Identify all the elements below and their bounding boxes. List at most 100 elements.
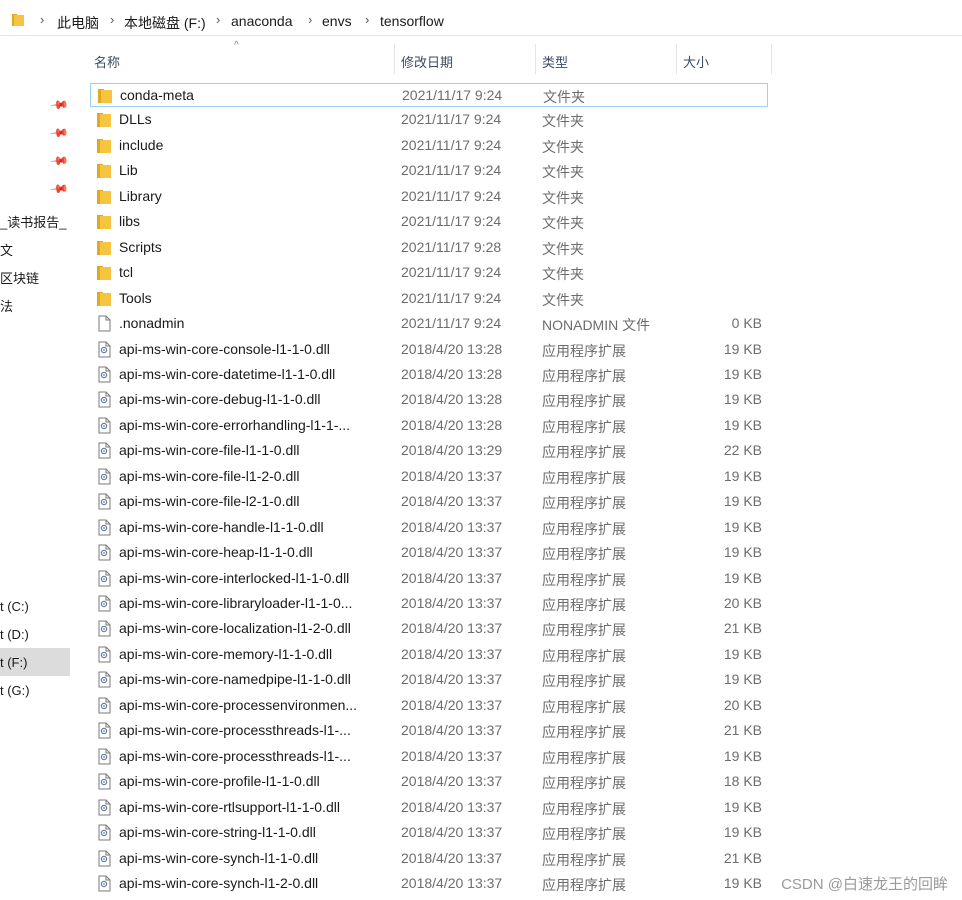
file-row[interactable]: Lib 2021/11/17 9:24 文件夹 xyxy=(90,159,768,183)
file-row[interactable]: api-ms-win-core-heap-l1-1-0.dll 2018/4/20… xyxy=(90,541,768,565)
file-row[interactable]: include 2021/11/17 9:24 文件夹 xyxy=(90,134,768,158)
file-type: 文件夹 xyxy=(542,215,584,231)
file-row[interactable]: api-ms-win-core-processthreads-l1-... 201… xyxy=(90,719,768,743)
file-row[interactable]: libs 2021/11/17 9:24 文件夹 xyxy=(90,210,768,234)
breadcrumb-chevron-icon[interactable]: › xyxy=(308,12,312,27)
file-row[interactable]: api-ms-win-core-file-l2-1-0.dll 2018/4/20… xyxy=(90,490,768,514)
file-row[interactable]: api-ms-win-core-file-l1-1-0.dll 2018/4/20… xyxy=(90,439,768,463)
dll-file-icon xyxy=(96,417,112,434)
column-header-date[interactable]: 修改日期 xyxy=(395,48,535,74)
pin-icon[interactable]: 📌 xyxy=(49,95,69,115)
file-name: api-ms-win-core-processenvironmen... xyxy=(119,697,358,713)
file-row[interactable]: api-ms-win-core-datetime-l1-1-0.dll 2018/… xyxy=(90,363,768,387)
file-size: 19 KB xyxy=(723,799,762,815)
nav-item-quick-access[interactable]: 法 xyxy=(0,296,13,315)
file-row[interactable]: api-ms-win-core-libraryloader-l1-1-0... 2… xyxy=(90,592,768,616)
nav-item-drive-f[interactable]: t (F:) xyxy=(0,655,27,670)
file-size: 19 KB xyxy=(723,570,762,586)
file-date: 2021/11/17 9:24 xyxy=(401,111,502,127)
file-row[interactable]: api-ms-win-core-processenvironmen... 2018… xyxy=(90,694,768,718)
breadcrumb-anaconda[interactable]: anaconda xyxy=(231,13,293,29)
file-name: api-ms-win-core-file-l1-2-0.dll xyxy=(119,468,300,484)
folder-icon xyxy=(96,264,112,281)
column-header-label: 大小 xyxy=(683,55,710,70)
file-size: 18 KB xyxy=(723,773,762,789)
file-size: 19 KB xyxy=(723,875,762,891)
file-name: .nonadmin xyxy=(119,315,185,331)
column-header-type[interactable]: 类型 xyxy=(536,48,676,74)
breadcrumb-chevron-icon[interactable]: › xyxy=(365,12,369,27)
breadcrumb-chevron-icon[interactable]: › xyxy=(216,12,220,27)
dll-file-icon xyxy=(96,366,112,383)
file-type: 应用程序扩展 xyxy=(542,775,626,791)
file-row[interactable]: api-ms-win-core-string-l1-1-0.dll 2018/4/… xyxy=(90,821,768,845)
dll-file-icon xyxy=(96,773,112,790)
breadcrumb-tensorflow[interactable]: tensorflow xyxy=(380,13,444,29)
file-row[interactable]: conda-meta 2021/11/17 9:24 文件夹 xyxy=(90,83,768,107)
nav-item-drive-g[interactable]: t (G:) xyxy=(0,683,30,698)
file-row[interactable]: Library 2021/11/17 9:24 文件夹 xyxy=(90,185,768,209)
file-name: api-ms-win-core-libraryloader-l1-1-0... xyxy=(119,595,353,611)
file-row[interactable]: api-ms-win-core-rtlsupport-l1-1-0.dll 201… xyxy=(90,796,768,820)
nav-item-quick-access[interactable]: 文 xyxy=(0,240,13,259)
file-date: 2018/4/20 13:37 xyxy=(401,799,503,815)
file-name: api-ms-win-core-datetime-l1-1-0.dll xyxy=(119,366,336,382)
file-row[interactable]: Scripts 2021/11/17 9:28 文件夹 xyxy=(90,236,768,260)
column-divider[interactable] xyxy=(771,44,772,74)
file-name: api-ms-win-core-file-l1-1-0.dll xyxy=(119,442,300,458)
file-row[interactable]: api-ms-win-core-synch-l1-1-0.dll 2018/4/2… xyxy=(90,847,768,871)
file-date: 2018/4/20 13:37 xyxy=(401,671,503,687)
file-row[interactable]: api-ms-win-core-namedpipe-l1-1-0.dll 2018… xyxy=(90,668,768,692)
file-size: 19 KB xyxy=(723,366,762,382)
dll-file-icon xyxy=(96,595,112,612)
file-size: 19 KB xyxy=(723,417,762,433)
file-row[interactable]: api-ms-win-core-debug-l1-1-0.dll 2018/4/2… xyxy=(90,388,768,412)
file-row[interactable]: api-ms-win-core-file-l1-2-0.dll 2018/4/20… xyxy=(90,465,768,489)
file-row[interactable]: api-ms-win-core-interlocked-l1-1-0.dll 20… xyxy=(90,567,768,591)
file-row[interactable]: tcl 2021/11/17 9:24 文件夹 xyxy=(90,261,768,285)
nav-item-quick-access[interactable]: _读书报告_ xyxy=(0,212,66,231)
column-header-name[interactable]: 名称 xyxy=(90,48,394,74)
file-type: 应用程序扩展 xyxy=(542,699,626,715)
file-date: 2021/11/17 9:24 xyxy=(401,162,502,178)
folder-icon xyxy=(96,111,112,128)
file-type: 应用程序扩展 xyxy=(542,546,626,562)
file-size: 20 KB xyxy=(723,697,762,713)
file-date: 2018/4/20 13:37 xyxy=(401,824,503,840)
file-name: api-ms-win-core-file-l2-1-0.dll xyxy=(119,493,300,509)
file-row[interactable]: api-ms-win-core-localization-l1-2-0.dll 2… xyxy=(90,617,768,641)
address-bar[interactable]: › 此电脑 › 本地磁盘 (F:) › anaconda › envs › te… xyxy=(0,7,962,36)
file-size: 19 KB xyxy=(723,824,762,840)
breadcrumb-envs[interactable]: envs xyxy=(322,13,352,29)
pin-icon[interactable]: 📌 xyxy=(49,179,69,199)
pin-icon[interactable]: 📌 xyxy=(49,151,69,171)
file-row[interactable]: .nonadmin 2021/11/17 9:24 NONADMIN 文件 0 KB xyxy=(90,312,768,336)
dll-file-icon xyxy=(96,799,112,816)
file-row[interactable]: api-ms-win-core-memory-l1-1-0.dll 2018/4/… xyxy=(90,643,768,667)
file-row[interactable]: api-ms-win-core-profile-l1-1-0.dll 2018/4… xyxy=(90,770,768,794)
file-date: 2018/4/20 13:37 xyxy=(401,493,503,509)
file-date: 2018/4/20 13:37 xyxy=(401,646,503,662)
breadcrumb-this-pc[interactable]: 此电脑 xyxy=(57,13,99,33)
file-name: api-ms-win-core-memory-l1-1-0.dll xyxy=(119,646,333,662)
file-row[interactable]: Tools 2021/11/17 9:24 文件夹 xyxy=(90,287,768,311)
nav-item-drive-c[interactable]: t (C:) xyxy=(0,599,29,614)
pin-icon[interactable]: 📌 xyxy=(49,123,69,143)
file-row[interactable]: DLLs 2021/11/17 9:24 文件夹 xyxy=(90,108,768,132)
dll-file-icon xyxy=(96,493,112,510)
file-type: 应用程序扩展 xyxy=(542,826,626,842)
file-type: 文件夹 xyxy=(542,190,584,206)
column-header-label: 修改日期 xyxy=(401,55,454,70)
breadcrumb-drive-f[interactable]: 本地磁盘 (F:) xyxy=(124,13,206,33)
nav-item-drive-d[interactable]: t (D:) xyxy=(0,627,29,642)
file-row[interactable]: api-ms-win-core-processthreads-l1-... 201… xyxy=(90,745,768,769)
file-row[interactable]: api-ms-win-core-console-l1-1-0.dll 2018/4… xyxy=(90,338,768,362)
file-row[interactable]: api-ms-win-core-errorhandling-l1-1-... 20… xyxy=(90,414,768,438)
nav-item-quick-access[interactable]: 区块链 xyxy=(0,268,39,287)
dll-file-icon xyxy=(96,442,112,459)
file-row[interactable]: api-ms-win-core-handle-l1-1-0.dll 2018/4/… xyxy=(90,516,768,540)
breadcrumb-chevron-icon[interactable]: › xyxy=(110,12,114,27)
file-date: 2021/11/17 9:24 xyxy=(401,315,502,331)
column-header-size[interactable]: 大小 xyxy=(677,48,771,74)
file-row[interactable]: api-ms-win-core-synch-l1-2-0.dll 2018/4/2… xyxy=(90,872,768,896)
